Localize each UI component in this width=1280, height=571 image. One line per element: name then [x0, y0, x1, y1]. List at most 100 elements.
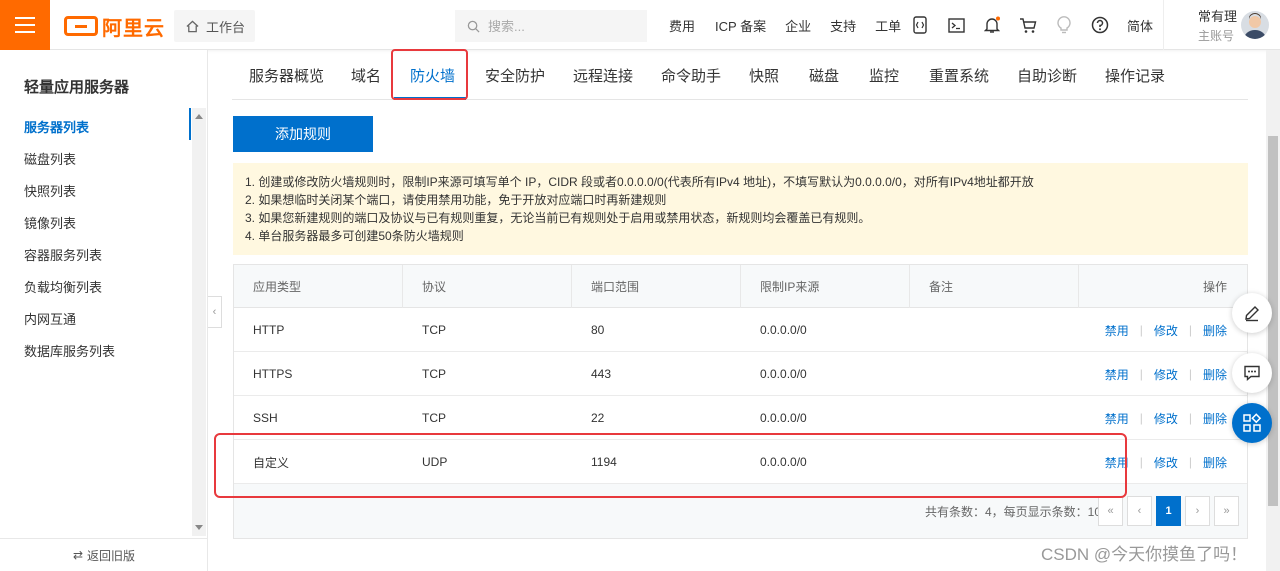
scroll-up-arrow[interactable]	[195, 114, 203, 119]
terminal-icon[interactable]	[946, 15, 966, 35]
cart-icon[interactable]	[1018, 15, 1038, 35]
tab-server-overview[interactable]: 服务器概览	[249, 65, 324, 86]
tab-operation-log[interactable]: 操作记录	[1105, 65, 1165, 86]
page-1-button[interactable]: 1	[1156, 496, 1181, 526]
user-account-type: 主账号	[1198, 29, 1235, 43]
first-page-button[interactable]: «	[1098, 496, 1123, 526]
disable-link[interactable]: 禁用	[1105, 410, 1129, 427]
next-page-button[interactable]: ›	[1185, 496, 1210, 526]
tab-reset-system[interactable]: 重置系统	[929, 65, 989, 86]
switch-icon: ⇄	[72, 548, 84, 562]
sidebar: 轻量应用服务器 服务器列表 磁盘列表 快照列表 镜像列表 容器服务列表 负载均衡…	[0, 50, 208, 571]
tab-bar	[232, 50, 1248, 100]
home-icon	[186, 20, 199, 32]
aliyun-logo-mark	[64, 16, 98, 36]
nav-link-enterprise[interactable]: 企业	[785, 16, 811, 35]
add-rule-button[interactable]: 添加规则	[233, 116, 373, 152]
edit-float-button[interactable]	[1232, 293, 1272, 333]
nav-link-icp[interactable]: ICP 备案	[715, 16, 766, 35]
help-icon[interactable]	[1090, 15, 1110, 35]
apps-float-button[interactable]	[1232, 403, 1272, 443]
sidebar-item-image-list[interactable]: 镜像列表	[24, 213, 76, 232]
nav-link-fees[interactable]: 费用	[669, 16, 695, 35]
col-app-type: 应用类型	[234, 265, 403, 308]
tab-monitor[interactable]: 监控	[869, 65, 899, 86]
highlight-box-custom-rule	[214, 433, 1127, 498]
tab-remote-connect[interactable]: 远程连接	[573, 65, 633, 86]
cell-protocol: TCP	[422, 367, 446, 381]
col-source-ip: 限制IP来源	[741, 265, 910, 308]
scroll-down-arrow[interactable]	[195, 525, 203, 530]
edit-link[interactable]: 修改	[1154, 454, 1178, 471]
sidebar-active-indicator	[189, 108, 191, 140]
search-input[interactable]	[488, 18, 628, 34]
table-header: 应用类型 协议 端口范围 限制IP来源 备注 操作	[234, 265, 1247, 308]
separator: |	[1139, 411, 1143, 425]
separator: |	[1188, 411, 1192, 425]
edit-link[interactable]: 修改	[1154, 366, 1178, 383]
nav-links: 费用 ICP 备案 企业 支持 工单	[669, 0, 901, 50]
code-icon[interactable]	[910, 15, 930, 35]
delete-link[interactable]: 删除	[1203, 410, 1227, 427]
row-actions: 禁用 | 修改 | 删除	[1105, 308, 1227, 352]
delete-link[interactable]: 删除	[1203, 322, 1227, 339]
nav-link-support[interactable]: 支持	[830, 16, 856, 35]
prev-page-button[interactable]: ‹	[1127, 496, 1152, 526]
bell-icon[interactable]	[982, 15, 1002, 35]
separator: |	[1139, 323, 1143, 337]
sidebar-collapse-button[interactable]: ‹	[208, 296, 222, 328]
lang-label[interactable]: 简体	[1127, 16, 1153, 35]
disable-link[interactable]: 禁用	[1105, 322, 1129, 339]
nav-link-ticket[interactable]: 工单	[875, 16, 901, 35]
delete-link[interactable]: 删除	[1203, 454, 1227, 471]
sidebar-item-snapshot-list[interactable]: 快照列表	[24, 181, 76, 200]
separator: |	[1139, 367, 1143, 381]
notice-line: 2. 如果想临时关闭某个端口，请使用禁用功能，免于开放对应端口时再新建规则	[245, 193, 667, 207]
hamburger-menu-button[interactable]	[0, 0, 50, 50]
sidebar-scrollbar[interactable]	[192, 108, 206, 536]
sidebar-item-server-list[interactable]: 服务器列表	[24, 117, 89, 136]
cell-protocol: TCP	[422, 323, 446, 337]
lightbulb-icon[interactable]	[1054, 15, 1074, 35]
sidebar-title: 轻量应用服务器	[24, 79, 130, 96]
sidebar-item-database-list[interactable]: 数据库服务列表	[24, 341, 115, 360]
last-page-button[interactable]: »	[1214, 496, 1239, 526]
workbench-button[interactable]: 工作台	[174, 10, 255, 42]
edit-link[interactable]: 修改	[1154, 322, 1178, 339]
delete-link[interactable]: 删除	[1203, 366, 1227, 383]
cell-port: 80	[591, 323, 605, 337]
tab-disk[interactable]: 磁盘	[809, 65, 839, 86]
sidebar-item-load-balancer-list[interactable]: 负载均衡列表	[24, 277, 102, 296]
aliyun-logo[interactable]: 阿里云	[64, 14, 165, 40]
cell-app-type: HTTP	[253, 323, 285, 337]
feedback-float-button[interactable]	[1232, 353, 1272, 393]
sidebar-item-disk-list[interactable]: 磁盘列表	[24, 149, 76, 168]
notice-box: 1. 创建或修改防火墙规则时，限制IP来源可填写单个 IP，CIDR 段或者0.…	[233, 163, 1248, 255]
search-icon	[467, 20, 480, 33]
watermark: CSDN @今天你摸鱼了吗！	[1041, 545, 1248, 564]
cell-source: 0.0.0.0/0	[760, 323, 807, 337]
chevron-left-icon: ‹	[212, 306, 217, 318]
back-to-old-version[interactable]: ⇄ 返回旧版	[0, 538, 208, 571]
sidebar-item-intranet[interactable]: 内网互通	[24, 309, 76, 328]
workbench-label: 工作台	[206, 19, 246, 35]
tab-security[interactable]: 安全防护	[485, 65, 545, 86]
col-remark: 备注	[910, 265, 1079, 308]
tab-command-assistant[interactable]: 命令助手	[661, 65, 721, 86]
notice-line: 1. 创建或修改防火墙规则时，限制IP来源可填写单个 IP，CIDR 段或者0.…	[245, 175, 1034, 189]
edit-link[interactable]: 修改	[1154, 410, 1178, 427]
separator: |	[1188, 323, 1192, 337]
disable-link[interactable]: 禁用	[1105, 366, 1129, 383]
tab-snapshot[interactable]: 快照	[749, 65, 779, 86]
separator: |	[1188, 367, 1192, 381]
tab-domain[interactable]: 域名	[351, 65, 381, 86]
col-port-range: 端口范围	[572, 265, 741, 308]
tab-self-diagnosis[interactable]: 自助诊断	[1017, 65, 1077, 86]
sidebar-item-container-list[interactable]: 容器服务列表	[24, 245, 102, 264]
row-actions: 禁用 | 修改 | 删除	[1105, 352, 1227, 396]
user-menu[interactable]: 常有理 主账号	[1163, 0, 1237, 50]
lang-switch[interactable]: 简体	[1127, 0, 1153, 50]
highlight-box-firewall-tab	[391, 49, 468, 100]
search-box[interactable]	[455, 10, 647, 42]
avatar[interactable]	[1241, 11, 1269, 39]
